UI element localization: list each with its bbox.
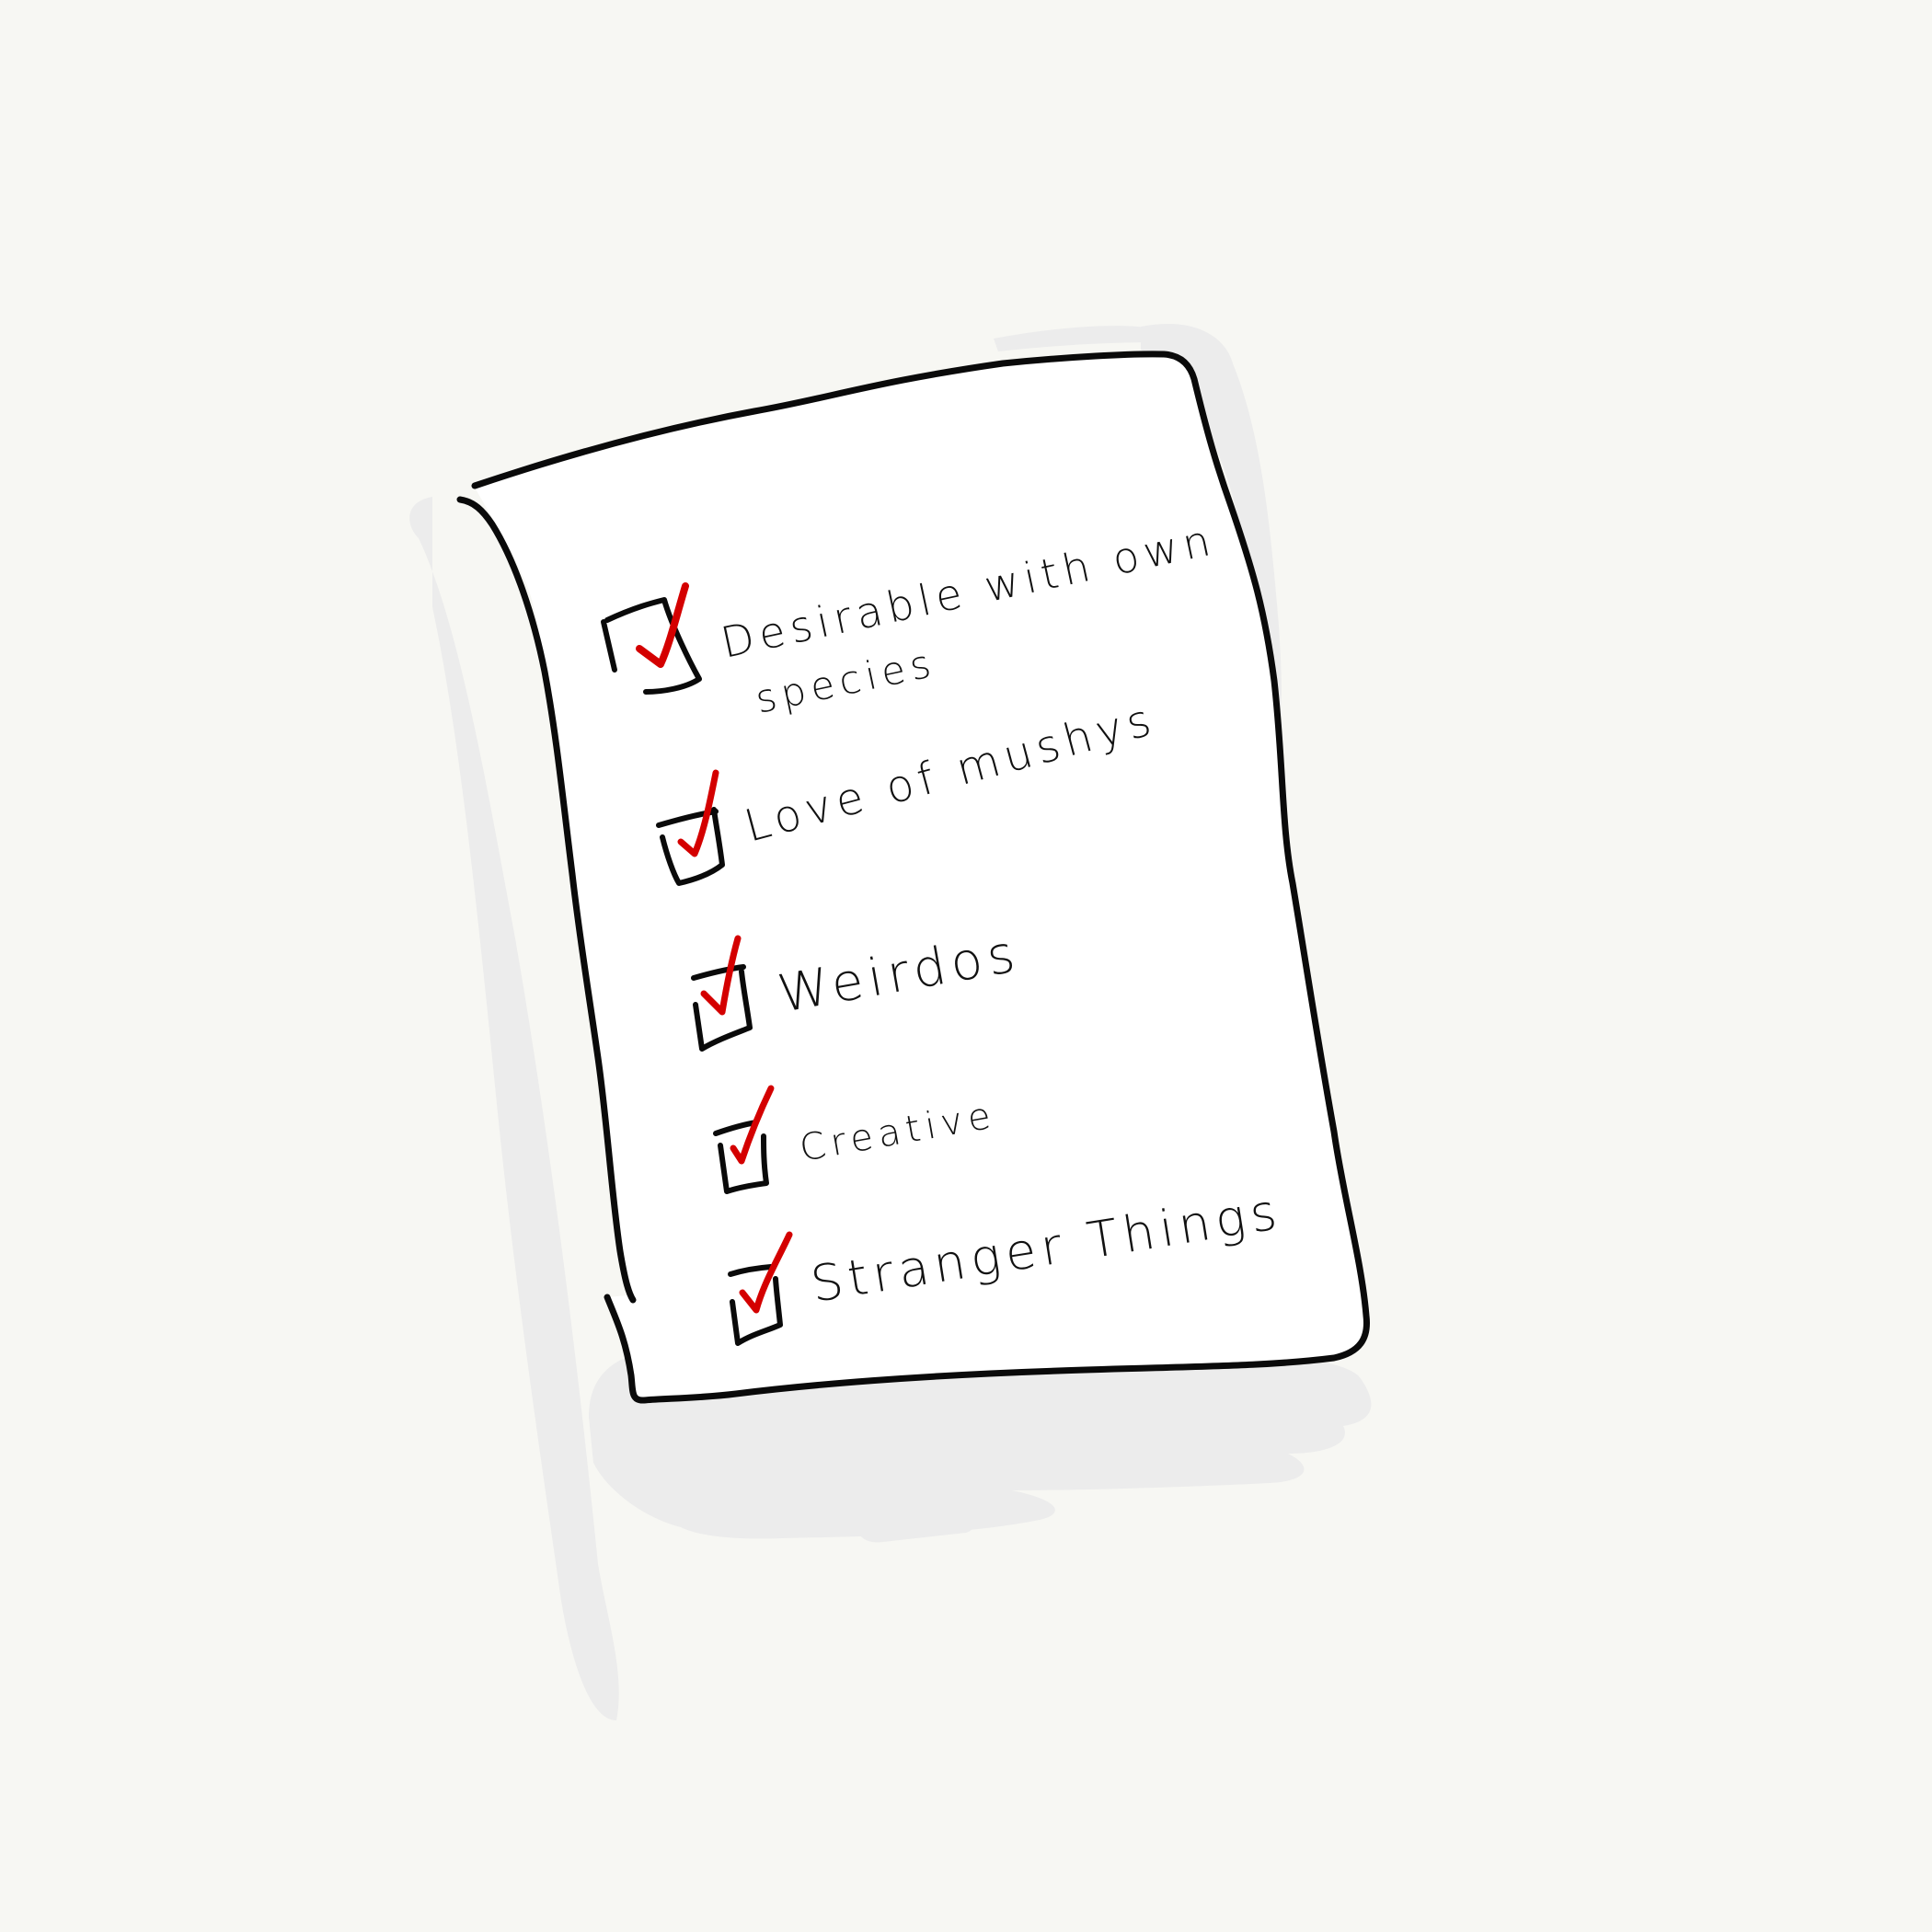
checklist-illustration: Desirable with own species Love of mushy… xyxy=(409,323,1372,1720)
